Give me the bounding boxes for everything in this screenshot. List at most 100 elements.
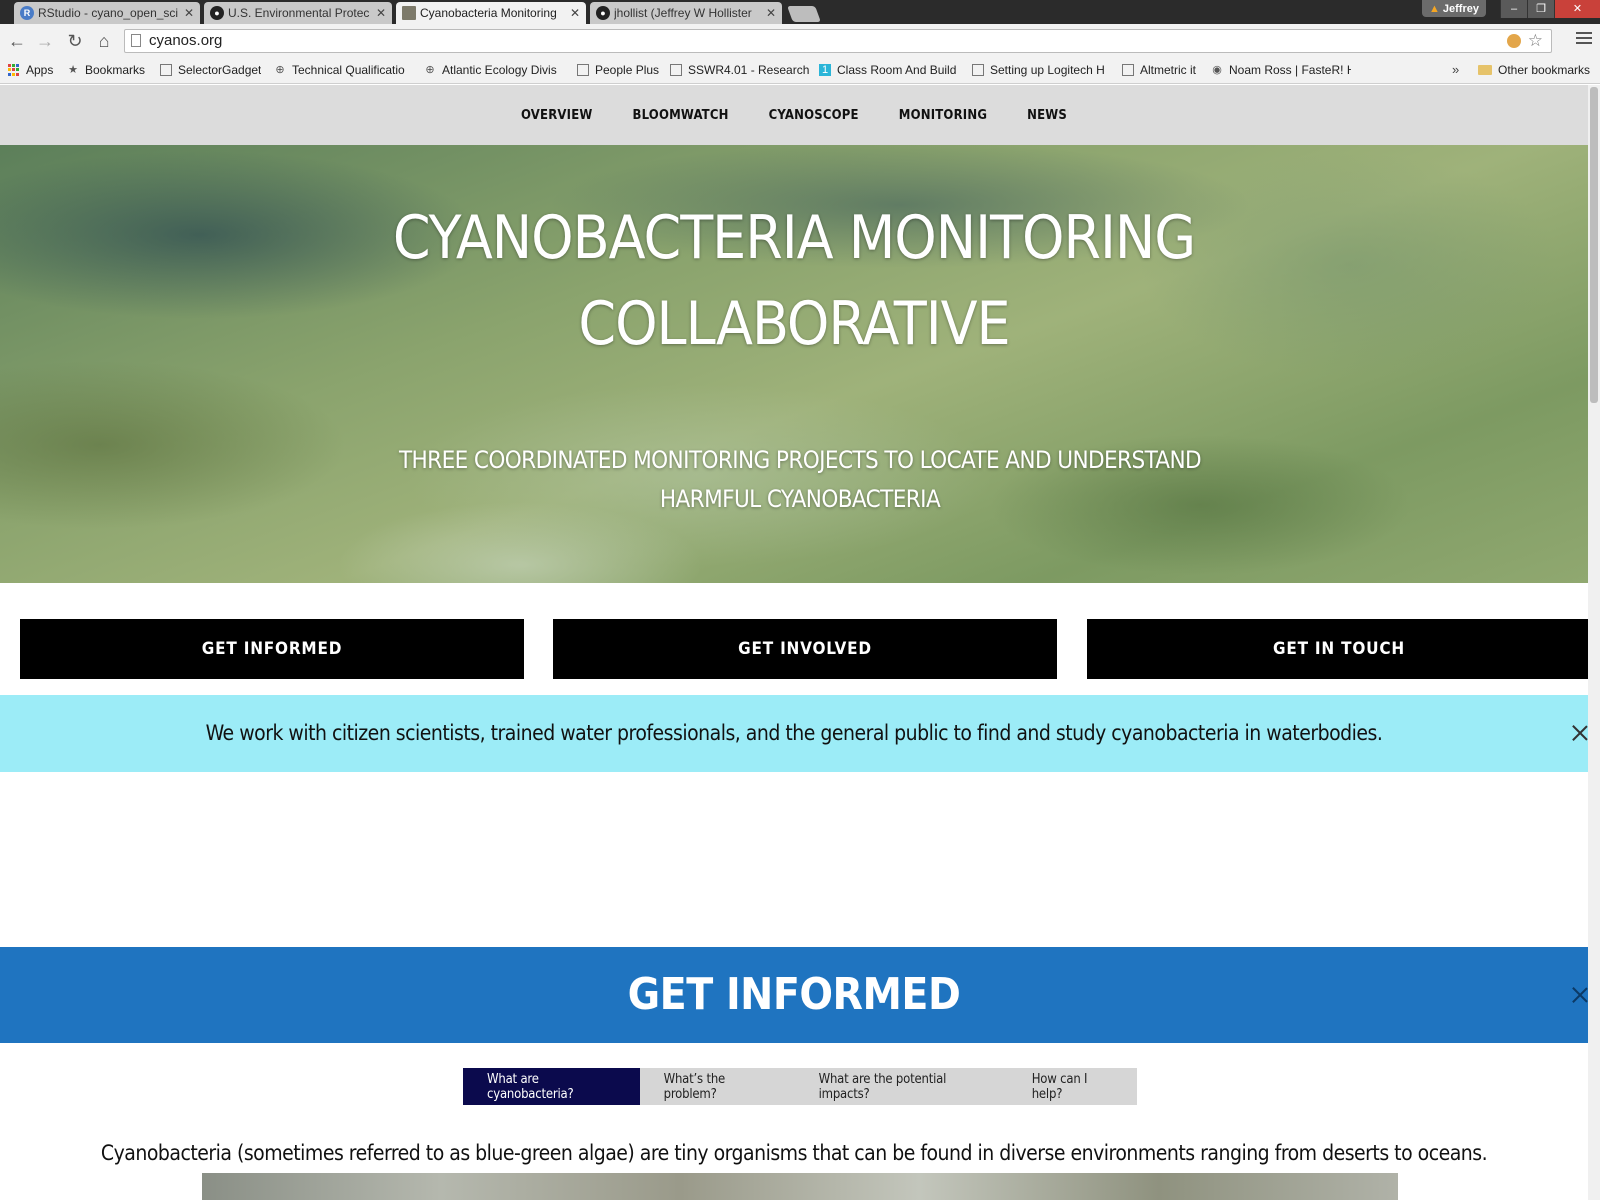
bookmark-label: Setting up Logitech H [990, 63, 1105, 77]
intro-paragraph: Cyanobacteria (sometimes referred to as … [100, 1141, 1488, 1165]
page-icon [670, 64, 682, 76]
close-icon[interactable]: ✕ [184, 6, 194, 20]
bookmark-altmetric[interactable]: Altmetric it [1122, 63, 1196, 77]
github-icon: ● [596, 6, 610, 20]
hero-banner: CYANOBACTERIA MONITORING COLLABORATIVE T… [0, 145, 1588, 583]
tab-potential-impacts[interactable]: What are the potential impacts? [795, 1068, 1008, 1105]
window-controls: – ❐ ✕ [1500, 0, 1600, 18]
scrollbar[interactable] [1588, 85, 1600, 1200]
page-viewport: OVERVIEW BLOOMWATCH CYANOSCOPE MONITORIN… [0, 85, 1600, 1200]
tab-title: Cyanobacteria Monitoring [420, 6, 557, 20]
bookmark-apps[interactable]: Apps [8, 63, 53, 77]
bookmark-noam-ross[interactable]: ◉ Noam Ross | FasteR! H [1211, 63, 1351, 77]
bookmark-bookmarks[interactable]: ★ Bookmarks [67, 63, 145, 77]
tab-how-can-i-help[interactable]: How can I help? [1008, 1068, 1137, 1105]
browser-tab-github-jhollist[interactable]: ● jhollist (Jeffrey W Hollister ✕ [590, 2, 782, 24]
window-close-button[interactable]: ✕ [1554, 0, 1600, 18]
back-button[interactable]: ← [6, 30, 28, 52]
bookmark-label: SelectorGadget [178, 63, 262, 77]
url-text: cyanos.org [149, 32, 223, 49]
get-involved-button[interactable]: GET INVOLVED [553, 619, 1057, 679]
restore-button[interactable]: ❐ [1527, 0, 1554, 18]
page-icon [577, 64, 589, 76]
browser-tab-cyanos[interactable]: Cyanobacteria Monitoring ✕ [396, 2, 586, 24]
close-icon[interactable] [1572, 987, 1588, 1003]
globe-icon: ⊕ [425, 64, 435, 76]
profile-button[interactable]: ▲ Jeffrey [1422, 0, 1486, 17]
close-icon[interactable]: ✕ [570, 6, 580, 20]
new-tab-button[interactable] [787, 6, 821, 22]
bookmarks-bar: Apps ★ Bookmarks SelectorGadget ⊕ Techni… [0, 58, 1600, 84]
get-informed-section-header: GET INFORMED [0, 947, 1588, 1043]
hero-subtitle: THREE COORDINATED MONITORING PROJECTS TO… [398, 446, 1202, 513]
close-icon[interactable] [1572, 725, 1588, 741]
bookmark-label: Noam Ross | FasteR! H [1229, 63, 1351, 77]
get-in-touch-button[interactable]: GET IN TOUCH [1087, 619, 1591, 679]
page-icon [131, 34, 141, 47]
page-icon [160, 64, 172, 76]
tab-whats-the-problem[interactable]: What’s the problem? [640, 1068, 795, 1105]
bookmark-selectorgadget[interactable]: SelectorGadget [160, 63, 261, 77]
bookmarks-overflow-button[interactable]: » [1452, 62, 1459, 77]
browser-tab-rstudio[interactable]: R RStudio - cyano_open_sci ✕ [14, 2, 200, 24]
cta-row: GET INFORMED GET INVOLVED GET IN TOUCH [20, 619, 1591, 679]
warning-icon: ▲ [1429, 2, 1440, 15]
bookmark-class-room[interactable]: 1 Class Room And Build [819, 63, 957, 77]
nav-cyanoscope[interactable]: CYANOSCOPE [769, 108, 859, 123]
bookmark-sswr[interactable]: SSWR4.01 - Research [670, 63, 809, 77]
bookmark-label: Class Room And Build [837, 63, 957, 77]
github-icon: ● [210, 6, 224, 20]
bookmark-label: Apps [26, 63, 54, 77]
info-notice: We work with citizen scientists, trained… [0, 695, 1588, 772]
browser-menu-icon[interactable] [1576, 32, 1592, 48]
hero-title: CYANOBACTERIA MONITORING COLLABORATIVE [0, 195, 1588, 367]
get-informed-button[interactable]: GET INFORMED [20, 619, 524, 679]
close-icon[interactable]: ✕ [766, 6, 776, 20]
nav-bloomwatch[interactable]: BLOOMWATCH [633, 108, 729, 123]
bookmark-label: Bookmarks [85, 63, 146, 77]
extension-icon[interactable] [1507, 34, 1521, 48]
profile-name: Jeffrey [1442, 2, 1479, 15]
cyanobacteria-micrograph-image [202, 1173, 1398, 1200]
bookmark-label: Technical Qualificatio [292, 63, 405, 77]
bookmark-label: SSWR4.01 - Research [688, 63, 810, 77]
browser-toolbar: ← → ↻ ⌂ cyanos.org ☆ [0, 24, 1600, 58]
github-icon: ◉ [1212, 64, 1222, 76]
calendar-icon: 1 [819, 64, 831, 76]
bookmark-label: Atlantic Ecology Divis [442, 63, 557, 77]
close-icon[interactable]: ✕ [376, 6, 386, 20]
nav-overview[interactable]: OVERVIEW [521, 108, 593, 123]
site-favicon-icon [402, 6, 416, 20]
page-icon [972, 64, 984, 76]
scrollbar-thumb[interactable] [1590, 87, 1598, 403]
rstudio-icon: R [20, 6, 34, 20]
globe-icon: ⊕ [275, 64, 285, 76]
bookmark-technical-qualification[interactable]: ⊕ Technical Qualificatio [274, 63, 412, 77]
apps-icon [8, 64, 20, 76]
bookmark-atlantic-ecology[interactable]: ⊕ Atlantic Ecology Divis [424, 63, 562, 77]
hero-title-line-1: CYANOBACTERIA MONITORING [392, 203, 1196, 273]
tab-title: jhollist (Jeffrey W Hollister [614, 6, 752, 20]
bookmark-logitech[interactable]: Setting up Logitech H [972, 63, 1106, 77]
tab-title: RStudio - cyano_open_sci [38, 6, 179, 20]
forward-button[interactable]: → [34, 30, 56, 52]
home-button[interactable]: ⌂ [93, 30, 115, 52]
tab-what-are-cyanobacteria[interactable]: What are cyanobacteria? [463, 1068, 640, 1105]
bookmark-other-bookmarks[interactable]: Other bookmarks [1478, 63, 1590, 77]
site-navigation: OVERVIEW BLOOMWATCH CYANOSCOPE MONITORIN… [0, 85, 1588, 145]
minimize-button[interactable]: – [1500, 0, 1527, 18]
bookmark-people-plus[interactable]: People Plus [577, 63, 659, 77]
nav-monitoring[interactable]: MONITORING [899, 108, 987, 123]
bookmark-label: People Plus [595, 63, 660, 77]
nav-news[interactable]: NEWS [1027, 108, 1067, 123]
hero-title-line-2: COLLABORATIVE [578, 289, 1010, 359]
bookmark-label: Other bookmarks [1498, 63, 1591, 77]
bookmark-star-icon[interactable]: ☆ [1528, 30, 1543, 52]
browser-tab-strip: R RStudio - cyano_open_sci ✕ ● U.S. Envi… [0, 0, 1600, 24]
reload-button[interactable]: ↻ [64, 30, 86, 52]
section-title: GET INFORMED [627, 969, 961, 1020]
browser-tab-epa[interactable]: ● U.S. Environmental Protec ✕ [204, 2, 392, 24]
folder-icon [1478, 65, 1492, 75]
address-bar[interactable]: cyanos.org ☆ [124, 29, 1552, 53]
page-icon [1122, 64, 1134, 76]
